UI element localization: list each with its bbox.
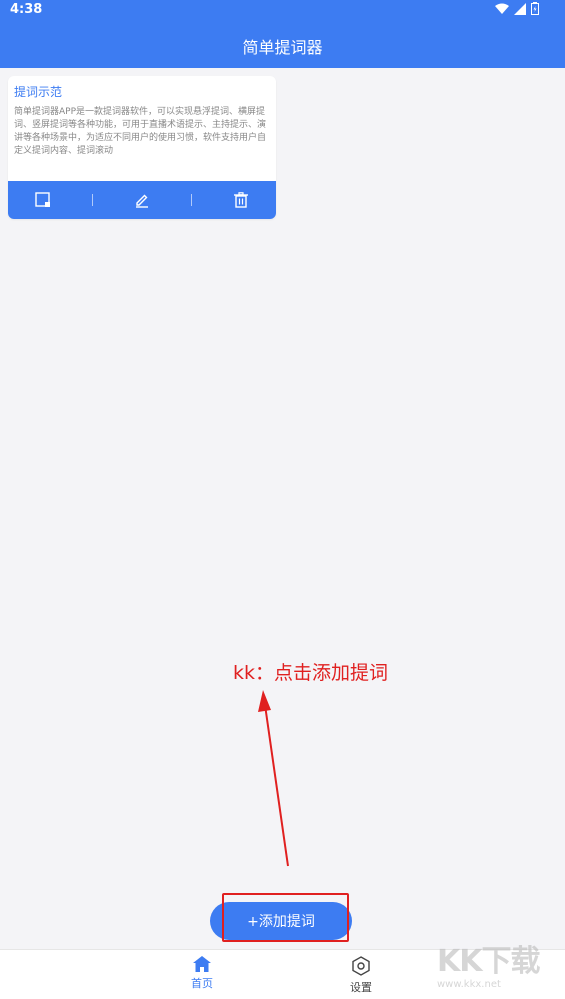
tutorial-annotation: kk：点击添加提词 — [233, 662, 389, 684]
card-title: 提词示范 — [14, 85, 63, 99]
card-toolbar — [8, 181, 276, 219]
signal-icon — [514, 2, 526, 15]
nav-label-settings: 设置 — [350, 981, 372, 994]
app-header: 4:38 简单提词器 — [0, 0, 565, 68]
annotation-highlight-box — [222, 893, 349, 942]
edit-icon — [135, 194, 148, 208]
nav-item-home[interactable]: 首页 — [167, 956, 237, 991]
watermark-url: www.kkx.net — [437, 979, 501, 990]
toolbar-divider — [191, 194, 193, 206]
card-body: 简单提词器APP是一款提词器软件，可以实现悬浮提词、横屏提词、竖屏提词等各种功能… — [14, 107, 267, 156]
status-icons — [495, 2, 539, 15]
delete-icon — [234, 192, 249, 208]
watermark: KK下载 www.kkx.net — [437, 945, 557, 999]
float-window-button[interactable] — [23, 185, 63, 215]
edit-button[interactable] — [122, 185, 162, 215]
status-time: 4:38 — [10, 2, 43, 17]
nav-item-settings[interactable]: 设置 — [326, 956, 396, 995]
watermark-logo: KK下载 — [437, 944, 541, 979]
delete-button[interactable] — [221, 185, 261, 215]
wifi-icon — [495, 3, 509, 14]
page-title: 简单提词器 — [242, 38, 323, 57]
toolbar-divider — [91, 194, 93, 206]
prompt-card[interactable]: 提词示范 简单提词器APP是一款提词器软件，可以实现悬浮提词、横屏提词、竖屏提词… — [8, 76, 276, 219]
settings-icon — [352, 956, 370, 976]
nav-label-home: 首页 — [191, 977, 213, 990]
home-icon — [193, 956, 211, 972]
battery-icon — [531, 2, 539, 15]
float-window-icon — [34, 192, 50, 207]
